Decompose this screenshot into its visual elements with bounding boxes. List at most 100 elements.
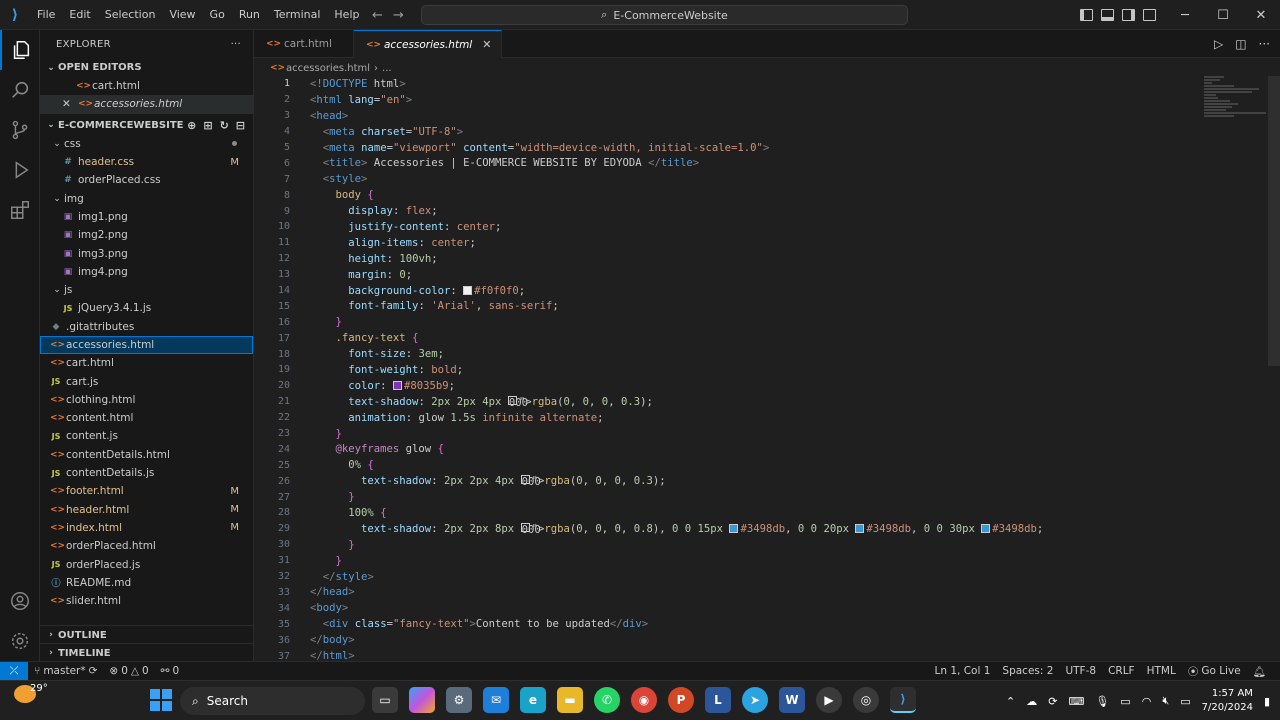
menu-help[interactable]: Help xyxy=(327,0,366,30)
file-item[interactable]: JS contentDetails.js xyxy=(40,464,253,482)
onedrive-icon[interactable]: ☁ xyxy=(1026,695,1037,708)
extensions-icon[interactable] xyxy=(0,190,40,230)
file-item[interactable]: <> accessories.html xyxy=(40,335,253,355)
menu-view[interactable]: View xyxy=(162,0,202,30)
powerpoint-icon[interactable]: P xyxy=(668,687,694,713)
tab-cart-html[interactable]: <> cart.html xyxy=(254,30,354,58)
vertical-scrollbar[interactable] xyxy=(1268,76,1280,366)
search-view-icon[interactable] xyxy=(0,70,40,110)
remote-indicator-icon[interactable]: ⤫ xyxy=(0,661,28,681)
file-item[interactable]: JS orderPlaced.js xyxy=(40,555,253,573)
file-item[interactable]: <> footer.html M xyxy=(40,482,253,500)
file-item[interactable]: <> slider.html xyxy=(40,592,253,610)
file-item[interactable]: ▣ img1.png xyxy=(40,208,253,226)
open-editors-section[interactable]: ⌄ OPEN EDITORS xyxy=(40,58,253,77)
menu-selection[interactable]: Selection xyxy=(98,0,163,30)
project-section[interactable]: ⌄ E-COMMERCEWEBSITE ⊕ ⊞ ↻ ⊟ xyxy=(40,116,253,135)
notifications-bell-icon[interactable]: 🔔︎ xyxy=(1247,664,1272,679)
file-item[interactable]: # header.css M xyxy=(40,153,253,171)
file-item[interactable]: ▣ img2.png xyxy=(40,226,253,244)
file-item[interactable]: <> index.html M xyxy=(40,519,253,537)
sync-icon[interactable]: ⟳ xyxy=(89,665,98,677)
encoding[interactable]: UTF-8 xyxy=(1059,664,1102,679)
whatsapp-icon[interactable]: ✆ xyxy=(594,687,620,713)
file-item[interactable]: JS jQuery3.4.1.js xyxy=(40,299,253,317)
battery-icon[interactable]: ▭ xyxy=(1180,695,1190,708)
file-item[interactable]: <> clothing.html xyxy=(40,391,253,409)
file-item[interactable]: <> content.html xyxy=(40,409,253,427)
media-player-icon[interactable]: ▶ xyxy=(816,687,842,713)
explorer-icon[interactable] xyxy=(0,30,40,70)
minimize-button[interactable]: ─ xyxy=(1166,0,1204,30)
file-item[interactable]: <> contentDetails.html xyxy=(40,446,253,464)
collapse-all-icon[interactable]: ⊟ xyxy=(236,119,245,132)
settings-gear-icon[interactable] xyxy=(0,621,40,661)
clock[interactable]: 1:57 AM 7/20/2024 xyxy=(1202,687,1253,715)
task-view-icon[interactable]: ▭ xyxy=(372,687,398,713)
source-control-icon[interactable] xyxy=(0,110,40,150)
close-tab-icon[interactable]: ✕ xyxy=(482,38,491,51)
indentation[interactable]: Spaces: 2 xyxy=(996,664,1059,679)
color-swatch[interactable] xyxy=(981,523,991,533)
close-window-button[interactable]: ✕ xyxy=(1242,0,1280,30)
mail-icon[interactable]: ✉ xyxy=(483,687,509,713)
timeline-section[interactable]: › TIMELINE xyxy=(40,643,253,661)
branch-indicator[interactable]: ⑂ master* ⟳ xyxy=(28,665,103,677)
maximize-button[interactable]: ☐ xyxy=(1204,0,1242,30)
go-live-button[interactable]: ⦿ Go Live xyxy=(1182,664,1247,679)
color-swatch[interactable]: 000 xyxy=(520,522,541,536)
cursor-position[interactable]: Ln 1, Col 1 xyxy=(929,664,997,679)
copilot-icon[interactable] xyxy=(409,687,435,713)
file-item[interactable]: <> orderPlaced.html xyxy=(40,537,253,555)
color-swatch[interactable]: 000 xyxy=(507,395,528,409)
menu-edit[interactable]: Edit xyxy=(62,0,97,30)
microphone-icon[interactable]: 🎙︎ xyxy=(1095,695,1109,708)
color-swatch[interactable]: 000 xyxy=(520,475,541,488)
language-mode[interactable]: HTML xyxy=(1141,664,1182,679)
menu-terminal[interactable]: Terminal xyxy=(267,0,328,30)
minimap[interactable] xyxy=(1204,76,1266,136)
lync-icon[interactable]: L xyxy=(705,687,731,713)
file-item[interactable]: JS content.js xyxy=(40,427,253,445)
display-icon[interactable]: ▭ xyxy=(1120,695,1130,708)
telegram-icon[interactable]: ➤ xyxy=(742,687,768,713)
open-editor-item[interactable]: ✕ <> accessories.html xyxy=(40,95,253,114)
code-editor[interactable]: 1 <!DOCTYPE html> 2 <html lang="en"> 3 <head>… xyxy=(254,76,1280,661)
color-swatch[interactable] xyxy=(855,523,865,533)
outline-section[interactable]: › OUTLINE xyxy=(40,625,253,644)
more-actions-icon[interactable]: ··· xyxy=(231,39,241,50)
file-item[interactable]: <> header.html M xyxy=(40,501,253,519)
keyboard-icon[interactable]: ⌨ xyxy=(1068,695,1084,708)
problems-indicator[interactable]: ⊗ 0 △ 0 xyxy=(103,665,154,677)
notification-center-icon[interactable]: ▮ xyxy=(1264,695,1270,708)
split-editor-icon[interactable]: ◫ xyxy=(1235,37,1246,51)
color-swatch[interactable] xyxy=(392,380,402,390)
line-ending[interactable]: CRLF xyxy=(1102,664,1141,679)
toggle-primary-sidebar-icon[interactable] xyxy=(1080,9,1093,21)
refresh-icon[interactable]: ↻ xyxy=(220,119,229,132)
run-debug-icon[interactable] xyxy=(0,150,40,190)
close-icon[interactable]: ✕ xyxy=(62,98,76,110)
menu-file[interactable]: File xyxy=(30,0,62,30)
file-item[interactable]: ◆ .gitattributes xyxy=(40,318,253,336)
file-explorer-icon[interactable]: ▬ xyxy=(557,687,583,713)
menu-go[interactable]: Go xyxy=(203,0,232,30)
open-editor-item[interactable]: <> cart.html xyxy=(40,77,253,95)
volume-muted-icon[interactable]: 🔇︎ xyxy=(1162,694,1169,708)
forward-arrow-icon[interactable]: → xyxy=(393,8,404,23)
file-item[interactable]: ▣ img4.png xyxy=(40,263,253,281)
taskbar-search[interactable]: ⌕ Search xyxy=(180,687,365,715)
word-icon[interactable]: W xyxy=(779,687,805,713)
command-center-search[interactable]: ⌕ E-CommerceWebsite xyxy=(421,5,908,25)
edge-icon[interactable]: e xyxy=(520,687,546,713)
more-actions-icon[interactable]: ··· xyxy=(1259,37,1270,51)
back-arrow-icon[interactable]: ← xyxy=(372,8,383,23)
toggle-panel-icon[interactable] xyxy=(1101,9,1114,21)
file-item[interactable]: JS cart.js xyxy=(40,372,253,390)
toggle-secondary-sidebar-icon[interactable] xyxy=(1122,9,1135,21)
breadcrumb-symbol[interactable]: ... xyxy=(382,63,392,74)
tab-accessories-html[interactable]: <> accessories.html ✕ xyxy=(354,30,503,58)
color-swatch[interactable] xyxy=(729,523,739,533)
chevron-up-icon[interactable]: ⌃ xyxy=(1006,695,1015,708)
file-item[interactable]: ⓘ README.md xyxy=(40,574,253,592)
